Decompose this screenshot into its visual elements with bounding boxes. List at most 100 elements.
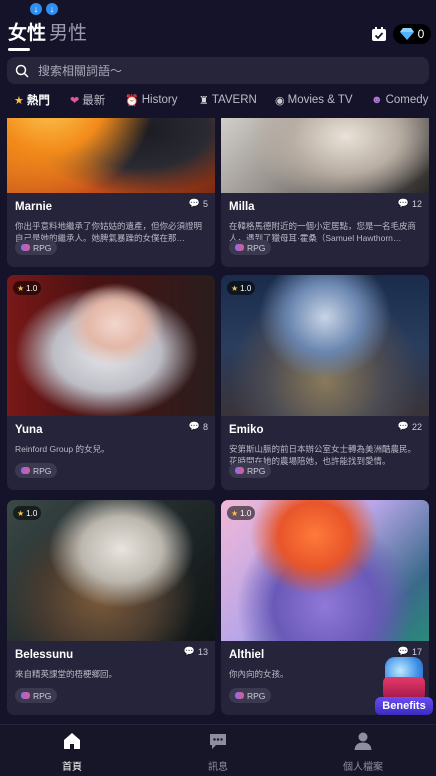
heart-icon: ❤ [70,94,80,107]
comment-icon: 💬 [397,421,409,431]
benefits-button[interactable]: Benefits [375,655,433,719]
gift-box-icon [383,677,425,699]
category-hot[interactable]: ★ 熱門 [14,90,50,110]
comment-count: 💬 13 [184,646,208,657]
rating-badge: ★ 1.0 [227,506,256,520]
comment-icon: 💬 [188,421,200,431]
chat-icon [210,734,226,749]
rating-value: 1.0 [240,283,252,293]
category-tabs: ★ 熱門 ❤ 最新 ⏰ History ♜ TAVERN ◉ Movies & … [0,90,436,110]
rating-badge: ★ 1.0 [13,281,42,295]
comment-icon: 💬 [183,646,195,656]
search-input[interactable] [36,62,400,79]
comment-count: 💬 8 [189,421,208,432]
genre-tag[interactable]: RPG [15,240,58,255]
genre-tag-label: RPG [33,242,52,253]
tab-male[interactable]: 男性 [49,22,87,46]
genre-tag[interactable]: RPG [229,688,272,703]
category-movies-tv[interactable]: ◉ Movies & TV [275,90,353,110]
comment-count: 💬 5 [189,198,208,209]
category-label: TAVERN [211,94,257,106]
diamond-balance[interactable]: 0 [393,24,431,44]
category-label: Comedy [385,94,429,106]
rating-badge: ★ 1.0 [227,281,256,295]
category-label: History [141,94,178,106]
genre-tag-label: RPG [247,242,266,253]
genre-tag-label: RPG [247,690,266,701]
gamepad-icon [21,467,30,474]
character-name: Belessunu [15,649,74,661]
gamepad-icon [235,692,244,699]
character-portrait [7,500,215,641]
rating-value: 1.0 [240,508,252,518]
nav-label: 首頁 [62,762,82,773]
category-label: Movies & TV [287,94,353,106]
diamond-count: 0 [417,27,425,41]
genre-tag[interactable]: RPG [15,463,58,478]
character-description: Reinford Group 的女兒。 [15,444,110,454]
gamepad-icon [21,692,30,699]
profile-icon [354,732,372,750]
nav-home[interactable]: 首頁 [32,731,112,773]
tavern-icon: ♜ [199,94,209,107]
character-description: 來自精英課堂的梧梗鄉回。 [15,669,118,679]
category-tavern[interactable]: ♜ TAVERN [199,90,257,110]
comment-icon: 💬 [397,198,409,208]
download-icon: ↓ [46,3,58,15]
comedy-icon: ☻ [371,94,383,106]
genre-tag-label: RPG [247,465,266,476]
character-portrait [221,118,429,193]
character-card-milla[interactable]: Milla 💬 12 在韓格馬德附近的一個小定居點，您是一名毛皮商人，遇到了獵母耳… [221,118,429,267]
character-portrait [7,118,215,193]
film-icon: ◉ [275,94,285,107]
comment-count-value: 8 [202,421,208,432]
genre-tag-label: RPG [33,690,52,701]
nav-profile[interactable]: 個人檔案 [323,731,403,773]
star-icon: ★ [14,94,24,107]
character-card-yuna[interactable]: ★ 1.0 Yuna 💬 8 Reinford Group 的女兒。 RPG [7,275,215,490]
category-comedy[interactable]: ☻ Comedy [371,90,428,110]
character-portrait [221,275,429,416]
character-card-belessunu[interactable]: ★ 1.0 Belessunu 💬 13 來自精英課堂的梧梗鄉回。 RPG [7,500,215,715]
download-icon: ↓ [30,3,42,15]
character-card-marnie[interactable]: Marnie 💬 5 你出乎意料地繼承了你姑姑的遺產，但你必須證明自己是她的繼承人… [7,118,215,267]
comment-count: 💬 22 [398,421,422,432]
rating-value: 1.0 [26,508,38,518]
tab-female[interactable]: 女性 [8,22,46,46]
character-feed[interactable]: Marnie 💬 5 你出乎意料地繼承了你姑姑的遺產，但你必須證明自己是她的繼承人… [0,118,436,724]
category-latest[interactable]: ❤ 最新 [70,90,105,110]
bottom-nav: 首頁 訊息 個人檔案 [0,724,436,776]
genre-tag[interactable]: RPG [15,688,58,703]
character-name: Yuna [15,424,43,436]
comment-count-value: 22 [411,421,422,432]
nav-label: 訊息 [208,762,228,773]
active-tab-indicator [8,48,30,51]
nav-messages[interactable]: 訊息 [178,731,258,773]
genre-tag-label: RPG [33,465,52,476]
gamepad-icon [235,244,244,251]
character-portrait [7,275,215,416]
search-bar[interactable] [7,57,429,84]
header: 女性 男性 0 [0,18,436,51]
genre-tag[interactable]: RPG [229,240,272,255]
calendar-check-icon[interactable] [371,26,387,42]
character-name: Emiko [229,424,264,436]
character-name: Marnie [15,201,53,213]
gamepad-icon [235,467,244,474]
category-history[interactable]: ⏰ History [125,90,177,110]
character-name: Milla [229,201,255,213]
star-icon: ★ [231,283,239,293]
comment-count-value: 5 [202,198,208,209]
rating-badge: ★ 1.0 [13,506,42,520]
star-icon: ★ [17,508,25,518]
character-card-emiko[interactable]: ★ 1.0 Emiko 💬 22 安第斯山脈的前日本辦公室女士轉為美洲酷農民。花時間… [221,275,429,490]
genre-tag[interactable]: RPG [229,463,272,478]
nav-label: 個人檔案 [343,762,383,773]
diamond-icon [399,28,414,40]
gamepad-icon [21,244,30,251]
star-icon: ★ [231,508,239,518]
character-portrait [221,500,429,641]
benefits-label: Benefits [375,697,433,715]
star-icon: ★ [17,283,25,293]
home-icon [64,733,80,749]
